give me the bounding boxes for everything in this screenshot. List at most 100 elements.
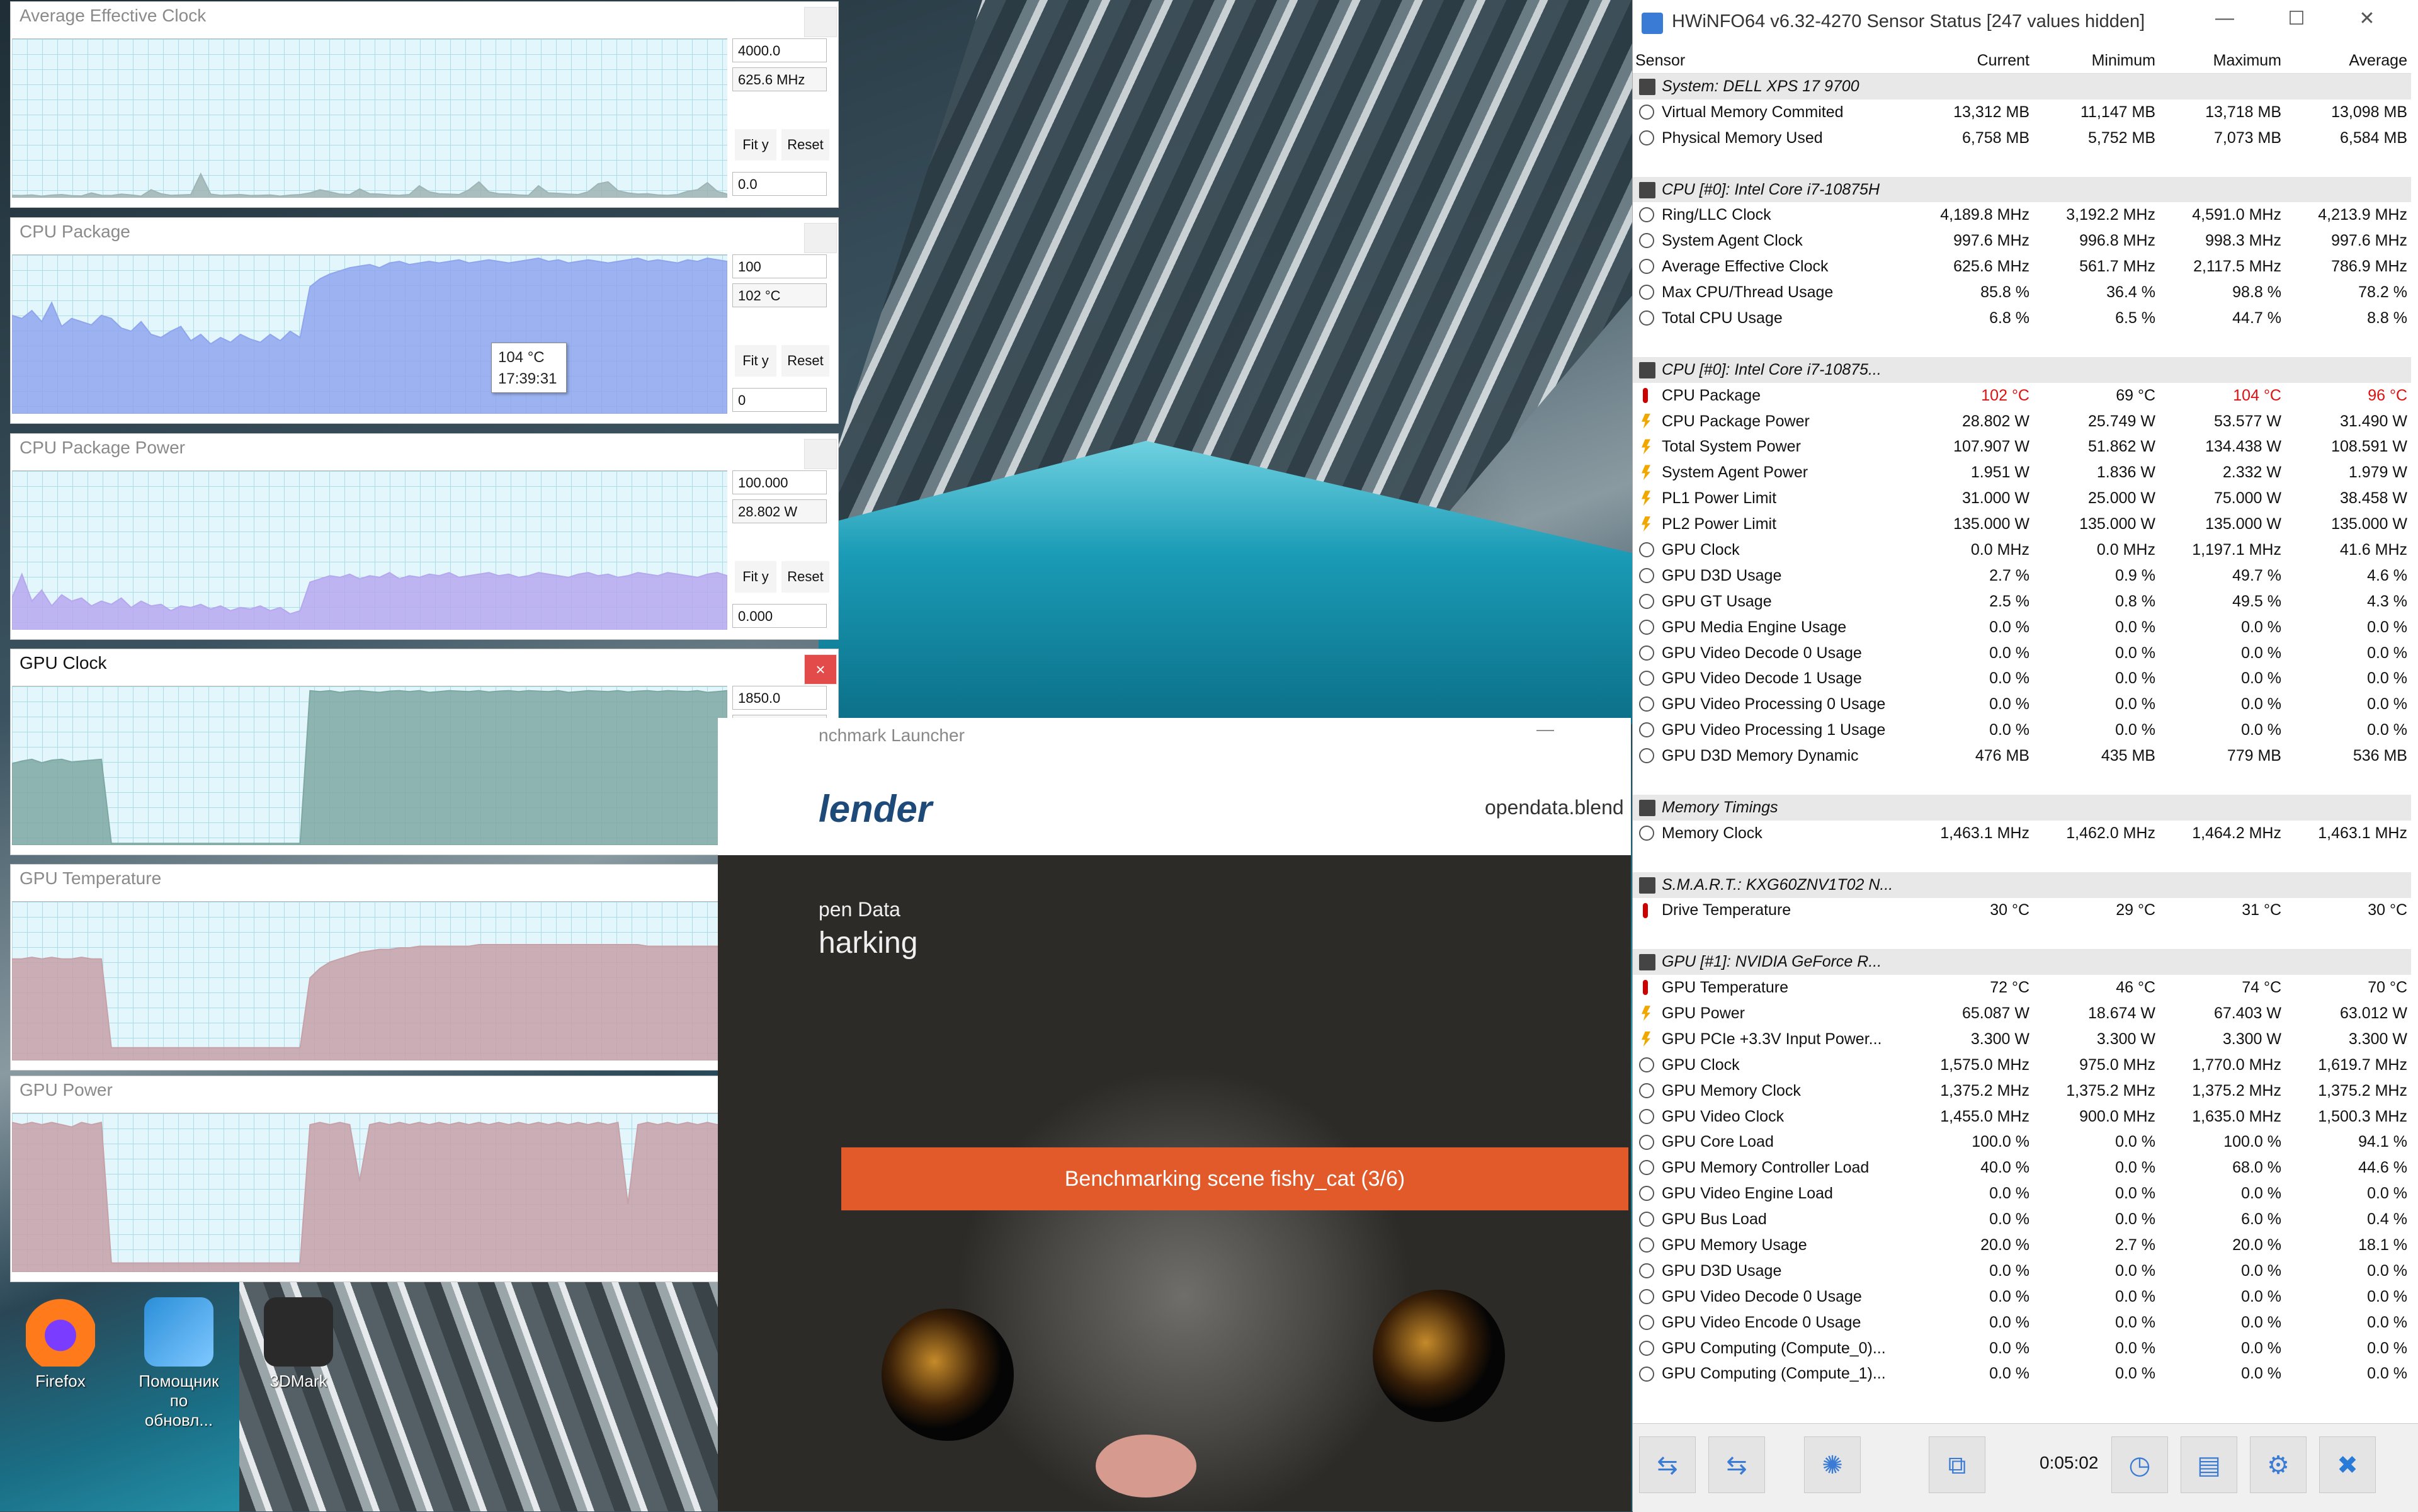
- sensor-row[interactable]: GPU Memory Usage 20.0 % 2.7 % 20.0 % 18.1 %: [1633, 1232, 2411, 1258]
- value-minimum: 3.300 W: [2096, 1030, 2155, 1048]
- close-button[interactable]: [804, 7, 837, 37]
- sensor-group-row[interactable]: System: DELL XPS 17 9700: [1633, 73, 2411, 99]
- value-maximum: 0.0 %: [2241, 1261, 2281, 1280]
- close-button[interactable]: [804, 223, 837, 253]
- sensor-row[interactable]: System Agent Clock 997.6 MHz 996.8 MHz 998.…: [1633, 228, 2411, 254]
- sensor-row[interactable]: GPU Bus Load 0.0 % 0.0 % 6.0 % 0.4 %: [1633, 1207, 2411, 1232]
- sensor-group-row[interactable]: CPU [#0]: Intel Core i7-10875H: [1633, 176, 2411, 203]
- value-current: 0.0 %: [1989, 695, 2029, 713]
- graph-max-field[interactable]: 100.000: [732, 470, 827, 494]
- graph-window-cpu-package[interactable]: CPU Package 100 102 °C Fit y Reset 0: [10, 217, 839, 424]
- sensor-row[interactable]: GPU Video Decode 0 Usage 0.0 % 0.0 % 0.0 % 0…: [1633, 640, 2411, 666]
- sensor-row[interactable]: GPU Media Engine Usage 0.0 % 0.0 % 0.0 % 0.0…: [1633, 615, 2411, 640]
- desktop-icon-3dmark[interactable]: 3DMark: [254, 1297, 343, 1391]
- sensor-row[interactable]: GPU Computing (Compute_0)... 0.0 % 0.0 % 0.…: [1633, 1336, 2411, 1361]
- sensor-group-row[interactable]: CPU [#0]: Intel Core i7-10875...: [1633, 356, 2411, 383]
- close-icon[interactable]: ✖: [2319, 1436, 2376, 1493]
- sensor-row[interactable]: GPU Video Processing 0 Usage 0.0 % 0.0 % 0.…: [1633, 691, 2411, 717]
- desktop-icon-update-assistant[interactable]: Помощник по обновл...: [135, 1297, 223, 1430]
- spacer-row: [1633, 151, 2411, 177]
- sensor-row[interactable]: CPU Package 102 °C 69 °C 104 °C 96 °C: [1633, 383, 2411, 409]
- clock-icon[interactable]: ◷: [2111, 1436, 2168, 1493]
- network-icon[interactable]: ⧉: [1929, 1436, 1985, 1493]
- sensor-group-row[interactable]: Memory Timings: [1633, 794, 2411, 821]
- sensor-row[interactable]: GPU D3D Memory Dynamic 476 MB 435 MB 779 MB…: [1633, 743, 2411, 769]
- graph-window-average-effective-clock[interactable]: Average Effective Clock 4000.0 625.6 MHz Fi…: [10, 1, 839, 208]
- sensor-row[interactable]: Max CPU/Thread Usage 85.8 % 36.4 % 98.8 % 78…: [1633, 280, 2411, 305]
- nav-arrows-icon[interactable]: ⇆: [1639, 1436, 1696, 1493]
- sensor-row[interactable]: Virtual Memory Commited 13,312 MB 11,147 M…: [1633, 99, 2411, 125]
- sensor-row[interactable]: GPU Video Decode 0 Usage 0.0 % 0.0 % 0.0 % 0…: [1633, 1284, 2411, 1310]
- sensor-row[interactable]: GPU Video Engine Load 0.0 % 0.0 % 0.0 % 0.0 …: [1633, 1181, 2411, 1207]
- sensor-row[interactable]: GPU GT Usage 2.5 % 0.8 % 49.5 % 4.3 %: [1633, 589, 2411, 615]
- sensor-row[interactable]: Drive Temperature 30 °C 29 °C 31 °C 30 °C: [1633, 898, 2411, 924]
- sensor-row[interactable]: GPU Temperature 72 °C 46 °C 74 °C 70 °C: [1633, 975, 2411, 1001]
- spacer-cell: [1633, 331, 2411, 357]
- desktop-icon-firefox[interactable]: Firefox: [16, 1297, 105, 1391]
- sensor-row[interactable]: GPU Power 65.087 W 18.674 W 67.403 W 63.012 …: [1633, 1001, 2411, 1026]
- reset-button[interactable]: Reset: [781, 561, 829, 593]
- sensor-row[interactable]: Ring/LLC Clock 4,189.8 MHz 3,192.2 MHz 4,59…: [1633, 202, 2411, 228]
- graph-window-gpu-temperature[interactable]: GPU Temperature10072 °CFit yReset0: [10, 864, 839, 1071]
- sensor-row[interactable]: GPU Video Processing 1 Usage 0.0 % 0.0 % 0.…: [1633, 717, 2411, 743]
- sensor-row[interactable]: GPU Video Clock 1,455.0 MHz 900.0 MHz 1,635…: [1633, 1104, 2411, 1130]
- sensor-row[interactable]: GPU D3D Usage 0.0 % 0.0 % 0.0 % 0.0 %: [1633, 1258, 2411, 1284]
- sensor-row[interactable]: Memory Clock 1,463.1 MHz 1,462.0 MHz 1,464.…: [1633, 821, 2411, 846]
- maximize-button[interactable]: ☐: [2278, 8, 2315, 30]
- sensor-row[interactable]: Total CPU Usage 6.8 % 6.5 % 44.7 % 8.8 %: [1633, 305, 2411, 331]
- graph-max-field[interactable]: 1850.0: [732, 686, 827, 710]
- column-header-minimum[interactable]: Minimum: [2033, 48, 2159, 74]
- nav-arrows-alt-icon[interactable]: ⇆: [1708, 1436, 1765, 1493]
- reset-button[interactable]: Reset: [781, 345, 829, 377]
- sensor-row[interactable]: GPU Memory Clock 1,375.2 MHz 1,375.2 MHz 1,…: [1633, 1078, 2411, 1104]
- sensor-row[interactable]: GPU Clock 1,575.0 MHz 975.0 MHz 1,770.0 MHz…: [1633, 1052, 2411, 1078]
- sensor-row[interactable]: GPU Video Decode 1 Usage 0.0 % 0.0 % 0.0 % 0…: [1633, 666, 2411, 691]
- gear-icon[interactable]: ⚙: [2250, 1436, 2307, 1493]
- graph-window-gpu-clock[interactable]: GPU Clock×1850.01,575.0 MHzFit yReset0.0: [10, 649, 839, 855]
- graph-title: GPU Power: [20, 1080, 113, 1100]
- sensor-group-row[interactable]: GPU [#1]: NVIDIA GeForce R...: [1633, 949, 2411, 975]
- sensor-row[interactable]: GPU Computing (Compute_1)... 0.0 % 0.0 % 0.…: [1633, 1361, 2411, 1387]
- graph-max-field[interactable]: 4000.0: [732, 38, 827, 62]
- sensor-label: GPU PCIe +3.3V Input Power...: [1662, 1030, 1882, 1048]
- sensor-row[interactable]: GPU Core Load 100.0 % 0.0 % 100.0 % 94.1 %: [1633, 1130, 2411, 1156]
- sensor-row[interactable]: CPU Package Power 28.802 W 25.749 W 53.577 …: [1633, 409, 2411, 435]
- sensor-row[interactable]: Average Effective Clock 625.6 MHz 561.7 MH…: [1633, 254, 2411, 280]
- graph-min-field[interactable]: 0: [732, 388, 827, 412]
- sensor-row[interactable]: GPU Video Encode 0 Usage 0.0 % 0.0 % 0.0 % 0…: [1633, 1310, 2411, 1336]
- minimize-button[interactable]: —: [1536, 719, 1554, 739]
- sensor-row[interactable]: System Agent Power 1.951 W 1.836 W 2.332 W 1…: [1633, 460, 2411, 486]
- opendata-link[interactable]: opendata.blend: [1485, 796, 1624, 819]
- sensor-row[interactable]: GPU Memory Controller Load 40.0 % 0.0 % 68.…: [1633, 1155, 2411, 1181]
- value-minimum: 900.0 MHz: [2079, 1107, 2155, 1125]
- value-maximum: 75.000 W: [2213, 489, 2281, 508]
- column-header-average[interactable]: Average: [2285, 48, 2411, 74]
- column-header-maximum[interactable]: Maximum: [2159, 48, 2285, 74]
- close-button[interactable]: ✕: [2348, 8, 2386, 30]
- sensor-row[interactable]: GPU D3D Usage 2.7 % 0.9 % 49.7 % 4.6 %: [1633, 563, 2411, 589]
- graph-max-field[interactable]: 100: [732, 254, 827, 278]
- fit-y-button[interactable]: Fit y: [735, 561, 776, 593]
- sensor-row[interactable]: Total System Power 107.907 W 51.862 W 134.4…: [1633, 434, 2411, 460]
- minimize-button[interactable]: —: [2206, 8, 2244, 29]
- sensor-row[interactable]: PL2 Power Limit 135.000 W 135.000 W 135.000…: [1633, 511, 2411, 537]
- graph-min-field[interactable]: 0.000: [732, 604, 827, 628]
- sensor-group-row[interactable]: S.M.A.R.T.: KXG60ZNV1T02 N...: [1633, 872, 2411, 898]
- fit-y-button[interactable]: Fit y: [735, 129, 776, 161]
- sensor-row[interactable]: GPU PCIe +3.3V Input Power... 3.300 W 3.30…: [1633, 1026, 2411, 1052]
- sensor-row[interactable]: PL1 Power Limit 31.000 W 25.000 W 75.000 W 3…: [1633, 486, 2411, 511]
- column-header-sensor[interactable]: Sensor: [1633, 48, 1904, 74]
- title-bar: HWiNFO64 v6.32-4270 Sensor Status [247 v…: [1633, 0, 2418, 48]
- fit-y-button[interactable]: Fit y: [735, 345, 776, 377]
- column-header-current[interactable]: Current: [1904, 48, 2033, 74]
- close-button[interactable]: [804, 439, 837, 469]
- settings-wheel-icon[interactable]: ✺: [1804, 1436, 1861, 1493]
- report-icon[interactable]: ▤: [2181, 1436, 2237, 1493]
- graph-window-gpu-power[interactable]: GPU Power70.00065.087 WFit yReset0.000: [10, 1076, 839, 1282]
- sensor-row[interactable]: Physical Memory Used 6,758 MB 5,752 MB 7,07…: [1633, 125, 2411, 151]
- reset-button[interactable]: Reset: [781, 129, 829, 161]
- graph-min-field[interactable]: 0.0: [732, 172, 827, 196]
- close-button[interactable]: ×: [804, 654, 837, 685]
- sensor-row[interactable]: GPU Clock 0.0 MHz 0.0 MHz 1,197.1 MHz 41.6 M…: [1633, 537, 2411, 563]
- graph-window-cpu-package-power[interactable]: CPU Package Power 100.000 28.802 W Fit y Res…: [10, 433, 839, 640]
